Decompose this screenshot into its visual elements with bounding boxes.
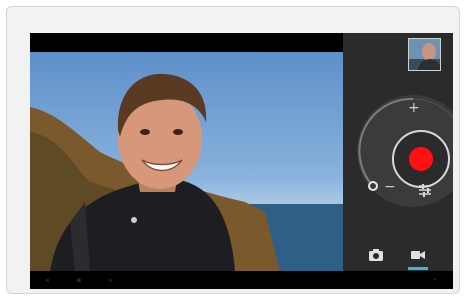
- video-camera-icon: [411, 251, 425, 259]
- camera-control-panel: + −: [343, 33, 453, 271]
- back-icon[interactable]: ◂: [44, 277, 50, 284]
- last-capture-thumbnail[interactable]: [408, 38, 441, 71]
- menu-icon[interactable]: •: [432, 277, 438, 284]
- tablet-screen: + − ◂ ▪ ▸ •: [30, 33, 453, 289]
- mic-clip: [131, 217, 137, 223]
- home-icon[interactable]: ▪: [76, 277, 82, 284]
- video-mode-button[interactable]: [407, 245, 429, 265]
- left-eye: [140, 129, 150, 135]
- zoom-out-icon[interactable]: −: [384, 179, 396, 195]
- zoom-slider-knob[interactable]: [368, 181, 378, 191]
- right-eye: [173, 129, 183, 135]
- zoom-in-icon[interactable]: +: [408, 100, 420, 116]
- device-frame: + − ◂ ▪ ▸ •: [6, 6, 460, 294]
- active-mode-indicator: [408, 267, 428, 270]
- zoom-dial[interactable]: + −: [353, 91, 453, 211]
- system-nav-bar: ◂ ▪ ▸ •: [30, 271, 453, 289]
- preview-scene: [30, 73, 343, 271]
- camera-viewfinder[interactable]: [30, 52, 343, 271]
- record-button[interactable]: [409, 147, 433, 171]
- thumbnail-image: [409, 39, 440, 70]
- recent-apps-icon[interactable]: ▸: [108, 277, 114, 284]
- mode-switcher: [343, 239, 453, 271]
- camera-mode-button[interactable]: [365, 245, 387, 265]
- camera-icon: [369, 249, 383, 261]
